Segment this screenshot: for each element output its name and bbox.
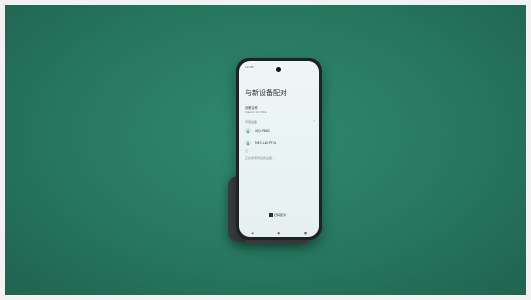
scan-pair-button[interactable]: 扫码配对 — [269, 213, 286, 217]
device-name-value: Xiaomi 14 Ultra — [245, 110, 267, 114]
scan-pair-label: 扫码配对 — [274, 213, 287, 217]
bluetooth-device-icon: ʙ — [245, 140, 251, 146]
phone-screen: 12:05 与新设备配对 设备名称 Xiaomi 14 Ultra 可用设备 ›… — [239, 61, 319, 237]
recents-nav-icon[interactable]: ■ — [304, 231, 307, 235]
phone: 12:05 与新设备配对 设备名称 Xiaomi 14 Ultra 可用设备 ›… — [236, 58, 322, 240]
navigation-bar: ◀ ● ■ — [239, 231, 319, 235]
bluetooth-device-icon: ʙ — [245, 128, 251, 134]
page-title: 与新设备配对 — [245, 89, 287, 97]
info-icon: ⓘ — [245, 149, 249, 153]
qr-code-icon — [269, 213, 273, 217]
status-time: 12:05 — [245, 65, 254, 69]
device-item[interactable]: ʙ XJQ-P86C — [245, 128, 270, 134]
device-item[interactable]: ʙ MEC-LW-PT-N — [245, 140, 276, 146]
device-name: MEC-LW-PT-N — [255, 141, 276, 145]
search-hint: 正在搜索附近的设备… — [245, 156, 276, 160]
available-devices-header: 可用设备 — [245, 120, 258, 124]
front-camera — [276, 67, 281, 72]
back-nav-icon[interactable]: ◀ — [251, 231, 253, 235]
home-nav-icon[interactable]: ● — [277, 231, 280, 235]
device-name: XJQ-P86C — [255, 129, 271, 133]
chevron-right-icon[interactable]: › — [313, 118, 315, 123]
